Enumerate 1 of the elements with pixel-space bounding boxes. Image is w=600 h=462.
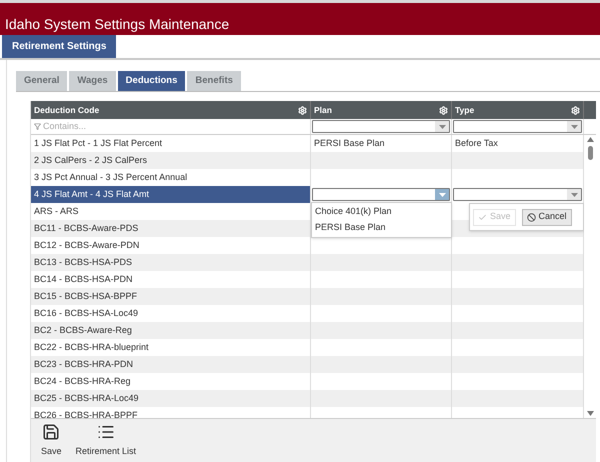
app-title: Idaho System Settings Maintenance (5, 17, 230, 31)
